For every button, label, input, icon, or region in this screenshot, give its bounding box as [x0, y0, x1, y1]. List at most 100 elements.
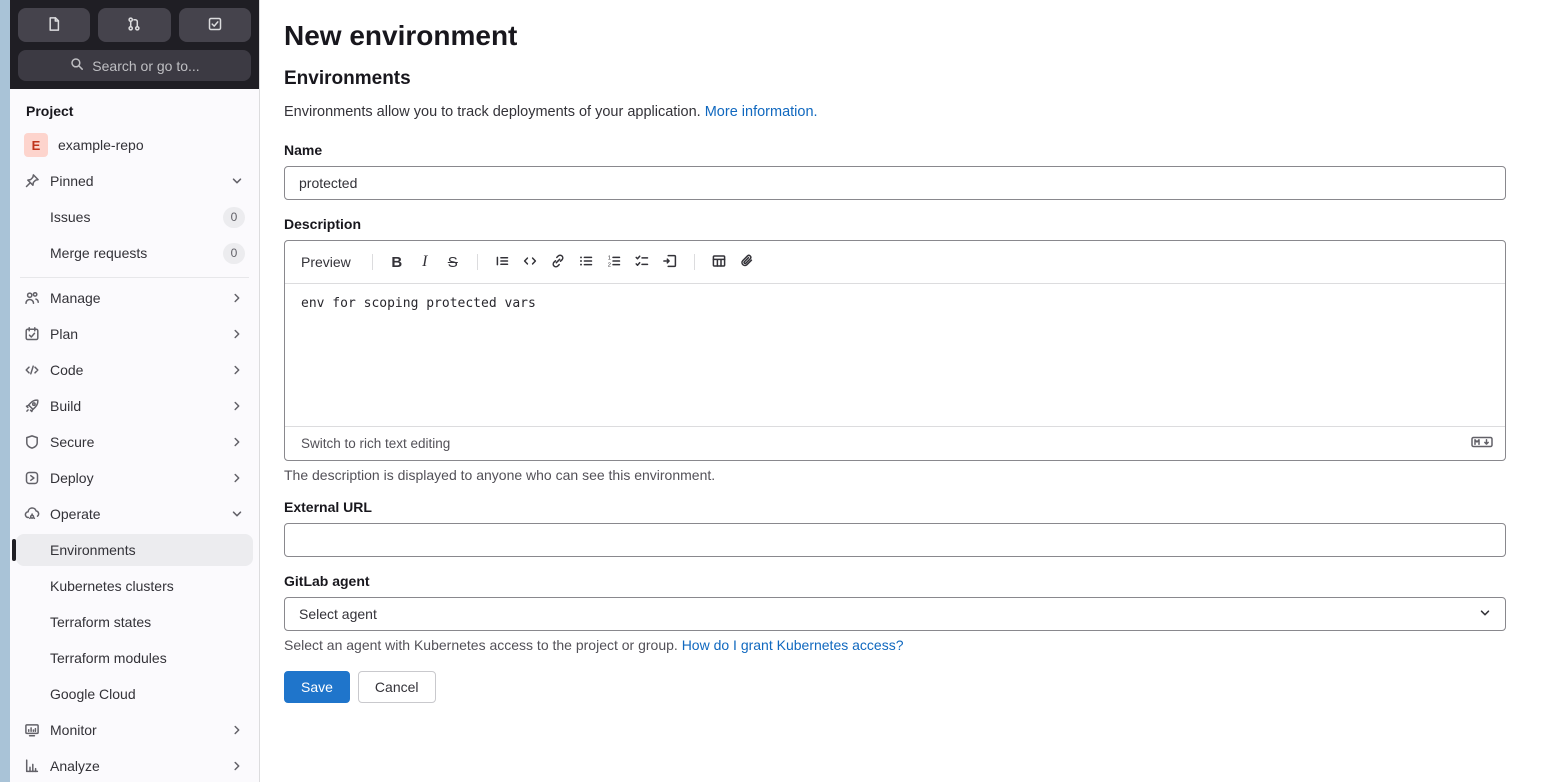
- sidebar-item-operate[interactable]: Operate: [16, 498, 253, 530]
- save-button[interactable]: Save: [284, 671, 350, 703]
- sidebar-item-label: Terraform modules: [50, 650, 167, 666]
- bullet-list-button[interactable]: [573, 249, 599, 275]
- markdown-editor: Preview B I S 12 env for scoping protected …: [284, 240, 1506, 461]
- description-label: Description: [284, 216, 362, 232]
- toolbar-separator: [371, 254, 373, 270]
- sidebar: Search or go to... Project E example-rep…: [10, 0, 260, 782]
- attach-file-button[interactable]: [734, 249, 760, 275]
- sidebar-item-environments[interactable]: Environments: [12, 534, 253, 566]
- bold-button-glyph: B: [391, 253, 403, 271]
- chevron-down-icon: [229, 173, 245, 189]
- description-group: Description Preview B I S 12 env for scopin…: [284, 216, 1506, 483]
- svg-text:1: 1: [608, 255, 611, 261]
- table-button[interactable]: [706, 249, 732, 275]
- sidebar-item-label: Analyze: [50, 758, 100, 774]
- more-information-link[interactable]: More information.: [705, 104, 818, 120]
- sidebar-item-analyze[interactable]: Analyze: [16, 750, 253, 782]
- chevron-right-icon: [229, 758, 245, 774]
- sidebar-item-deploy[interactable]: Deploy: [16, 462, 253, 494]
- chevron-right-icon: [229, 470, 245, 486]
- sidebar-item-label: Monitor: [50, 722, 97, 738]
- sidebar-item-terraform-states[interactable]: Terraform states: [16, 606, 253, 638]
- form-actions: Save Cancel: [284, 671, 1506, 703]
- attach-icon: [739, 253, 755, 272]
- users-icon: [24, 290, 40, 306]
- calendar-icon: [24, 326, 40, 342]
- sidebar-item-secure[interactable]: Secure: [16, 426, 253, 458]
- collapsible-section-button[interactable]: [657, 249, 683, 275]
- sidebar-item-plan[interactable]: Plan: [16, 318, 253, 350]
- count-badge: 0: [223, 242, 245, 264]
- sidebar-item-code[interactable]: Code: [16, 354, 253, 386]
- section-title: Environments: [284, 68, 411, 89]
- merge-requests-shortcut-button[interactable]: [98, 8, 171, 42]
- sidebar-item-terraform-modules[interactable]: Terraform modules: [16, 642, 253, 674]
- svg-text:2: 2: [608, 262, 611, 268]
- code-icon: [24, 362, 40, 378]
- chevron-down-icon: [1477, 605, 1493, 624]
- monitor-icon: [24, 722, 40, 738]
- sidebar-item-build[interactable]: Build: [16, 390, 253, 422]
- window-edge-strip: [0, 0, 10, 782]
- name-input[interactable]: [284, 166, 1506, 200]
- page-title: New environment: [284, 20, 518, 51]
- pin-icon: [24, 173, 40, 189]
- editor-footer: Switch to rich text editing: [285, 426, 1505, 460]
- sidebar-item-label: Kubernetes clusters: [50, 578, 174, 594]
- sidebar-item-label: Issues: [50, 209, 91, 225]
- todo-icon: [207, 16, 223, 35]
- description-textarea[interactable]: env for scoping protected vars: [285, 284, 1505, 426]
- sidebar-item-project[interactable]: E example-repo: [16, 129, 253, 161]
- sidebar-item-monitor[interactable]: Monitor: [16, 714, 253, 746]
- cancel-button[interactable]: Cancel: [357, 671, 436, 703]
- sidebar-item-manage[interactable]: Manage: [16, 282, 253, 314]
- code-inline-icon: [522, 253, 538, 272]
- kubernetes-access-link[interactable]: How do I grant Kubernetes access?: [682, 637, 904, 653]
- sidebar-divider: [20, 277, 249, 278]
- sidebar-item-label: Google Cloud: [50, 686, 136, 702]
- sidebar-item-label: Merge requests: [50, 245, 148, 261]
- sidebar-item-pinned[interactable]: Pinned: [16, 165, 253, 197]
- deploy-icon: [24, 470, 40, 486]
- collapsible-icon: [662, 253, 678, 272]
- sidebar-item-issues[interactable]: Issues 0: [16, 201, 253, 233]
- sidebar-item-kubernetes-clusters[interactable]: Kubernetes clusters: [16, 570, 253, 602]
- issues-shortcut-button[interactable]: [18, 8, 91, 42]
- intro-text: Environments allow you to track deployme…: [284, 104, 818, 120]
- chevron-right-icon: [229, 362, 245, 378]
- search-input[interactable]: Search or go to...: [18, 50, 251, 81]
- task-list-button[interactable]: [629, 249, 655, 275]
- table-icon: [711, 253, 727, 272]
- rocket-icon: [24, 398, 40, 414]
- search-icon: [69, 56, 85, 75]
- strikethrough-button[interactable]: S: [440, 249, 466, 275]
- topbar-buttons: [18, 8, 251, 42]
- agent-select[interactable]: Select agent: [284, 597, 1506, 631]
- strikethrough-button-glyph: S: [447, 253, 458, 271]
- chevron-right-icon: [229, 434, 245, 450]
- bold-button[interactable]: B: [384, 249, 410, 275]
- agent-select-value: Select agent: [299, 606, 377, 622]
- agent-help-text: Select an agent with Kubernetes access t…: [284, 637, 904, 653]
- numbered-list-button[interactable]: 12: [601, 249, 627, 275]
- external-url-label: External URL: [284, 499, 372, 515]
- italic-button[interactable]: I: [412, 249, 438, 275]
- chevron-down-icon: [229, 506, 245, 522]
- quote-icon: [494, 253, 510, 272]
- preview-button[interactable]: Preview: [301, 254, 351, 270]
- link-button[interactable]: [545, 249, 571, 275]
- shield-icon: [24, 434, 40, 450]
- chevron-right-icon: [229, 290, 245, 306]
- chart-icon: [24, 758, 40, 774]
- switch-rich-text-link[interactable]: Switch to rich text editing: [301, 436, 450, 451]
- code-button[interactable]: [517, 249, 543, 275]
- sidebar-item-google-cloud[interactable]: Google Cloud: [16, 678, 253, 710]
- todo-list-button[interactable]: [178, 8, 251, 42]
- sidebar-item-label: Environments: [50, 542, 136, 558]
- gitlab-agent-group: GitLab agent Select agent Select an agen…: [284, 573, 1506, 653]
- sidebar-item-merge-requests[interactable]: Merge requests 0: [16, 237, 253, 269]
- sidebar-item-label: Terraform states: [50, 614, 152, 630]
- quote-button[interactable]: [489, 249, 515, 275]
- external-url-input[interactable]: [284, 523, 1506, 557]
- main-content: New environment Environments Environment…: [260, 0, 1550, 782]
